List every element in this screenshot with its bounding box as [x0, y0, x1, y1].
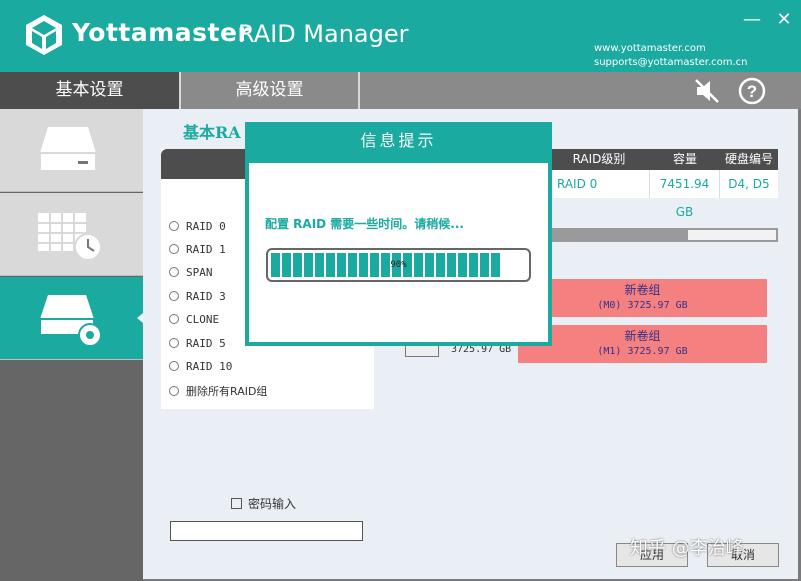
scrollbar-thumb[interactable]: [688, 230, 776, 240]
radio-label: RAID 0: [186, 220, 226, 233]
hard-disk-icon: [405, 345, 439, 357]
close-icon[interactable]: ✕: [774, 10, 794, 30]
radio-label: RAID 3: [186, 290, 226, 303]
radio-icon[interactable]: [169, 244, 179, 254]
column-header-disk-id: 硬盘编号: [720, 149, 778, 170]
radio-label: RAID 1: [186, 243, 226, 256]
radio-icon[interactable]: [169, 386, 179, 396]
title-bar: Yottamaster RAID Manager — ✕ www.yottama…: [0, 0, 801, 72]
radio-raid1[interactable]: RAID 1: [169, 243, 226, 261]
radio-icon[interactable]: [169, 267, 179, 277]
radio-label: CLONE: [186, 313, 220, 326]
volume-title: 新卷组: [624, 283, 661, 297]
radio-icon[interactable]: [169, 338, 179, 348]
radio-clone[interactable]: CLONE: [169, 313, 219, 331]
disk-icon: [39, 127, 97, 172]
volume-title: 新卷组: [624, 329, 661, 343]
app-title: RAID Manager: [238, 20, 409, 48]
radio-icon[interactable]: [169, 361, 179, 371]
dialog-body: 配置 RAID 需要一些时间。请稍候... 90%: [249, 163, 548, 342]
radio-icon[interactable]: [169, 291, 179, 301]
sidebar-item-schedule[interactable]: [0, 193, 143, 276]
disk-settings-icon: [39, 295, 102, 347]
table-cell-disk-id[interactable]: D4, D5: [720, 170, 778, 198]
table-cell-raid-level[interactable]: RAID 0: [548, 170, 650, 198]
help-icon[interactable]: ?: [737, 76, 767, 106]
brand-name: Yottamaster: [72, 18, 251, 47]
sidebar-item-disk[interactable]: [0, 109, 143, 192]
progress-bar: 90%: [266, 248, 531, 282]
tab-basic-settings[interactable]: 基本设置: [0, 72, 179, 109]
volume-group-m0[interactable]: 新卷组 (M0) 3725.97 GB: [518, 279, 767, 317]
schedule-icon: [38, 213, 102, 261]
tab-advanced-settings[interactable]: 高级设置: [181, 72, 358, 109]
volume-detail: (M0) 3725.97 GB: [597, 300, 688, 311]
tab-bar: 基本设置 高级设置: [0, 72, 801, 109]
svg-text:?: ?: [747, 82, 757, 101]
contact-info: www.yottamaster.com supports@yottamaster…: [594, 42, 748, 70]
column-header-raid-level: RAID级别: [548, 149, 650, 170]
progress-text: 90%: [390, 260, 407, 270]
email-text: supports@yottamaster.com.cn: [594, 57, 748, 68]
radio-icon[interactable]: [169, 221, 179, 231]
volume-detail: (M1) 3725.97 GB: [597, 346, 688, 357]
radio-raid0[interactable]: RAID 0: [169, 220, 226, 238]
password-checkbox[interactable]: 密码输入: [231, 495, 296, 512]
watermark: 知乎 @李治峰: [630, 538, 744, 559]
radio-raid3[interactable]: RAID 3: [169, 290, 226, 308]
tab-divider: [358, 72, 360, 109]
table-cell-capacity[interactable]: 7451.94 GB: [650, 170, 720, 219]
volume-group-m1[interactable]: 新卷组 (M1) 3725.97 GB: [518, 325, 767, 363]
radio-raid5[interactable]: RAID 5: [169, 337, 226, 355]
info-dialog: 信息提示 配置 RAID 需要一些时间。请稍候... 90%: [245, 122, 552, 346]
password-input[interactable]: [170, 521, 363, 541]
sidebar: [0, 109, 143, 581]
password-label: 密码输入: [248, 497, 297, 511]
radio-label: SPAN: [186, 266, 213, 279]
website-text: www.yottamaster.com: [594, 43, 706, 54]
checkbox-icon[interactable]: [231, 498, 242, 509]
horizontal-scrollbar[interactable]: [548, 228, 778, 242]
column-header-capacity: 容量: [650, 149, 720, 170]
sidebar-item-disk-settings[interactable]: [0, 277, 143, 360]
dialog-title: 信息提示: [360, 131, 437, 150]
mute-icon[interactable]: [692, 76, 722, 106]
radio-label: RAID 10: [186, 360, 233, 373]
dialog-message: 配置 RAID 需要一些时间。请稍候...: [265, 217, 464, 231]
radio-label: RAID 5: [186, 337, 226, 350]
minimize-icon[interactable]: —: [742, 10, 762, 30]
radio-span[interactable]: SPAN: [169, 266, 213, 284]
radio-delete-all[interactable]: 删除所有RAID组: [169, 383, 267, 401]
radio-raid10[interactable]: RAID 10: [169, 360, 232, 378]
section-title: 基本RA: [183, 123, 241, 142]
radio-label: 删除所有RAID组: [186, 385, 268, 398]
radio-icon[interactable]: [169, 314, 179, 324]
yottamaster-logo-icon: [26, 15, 62, 55]
